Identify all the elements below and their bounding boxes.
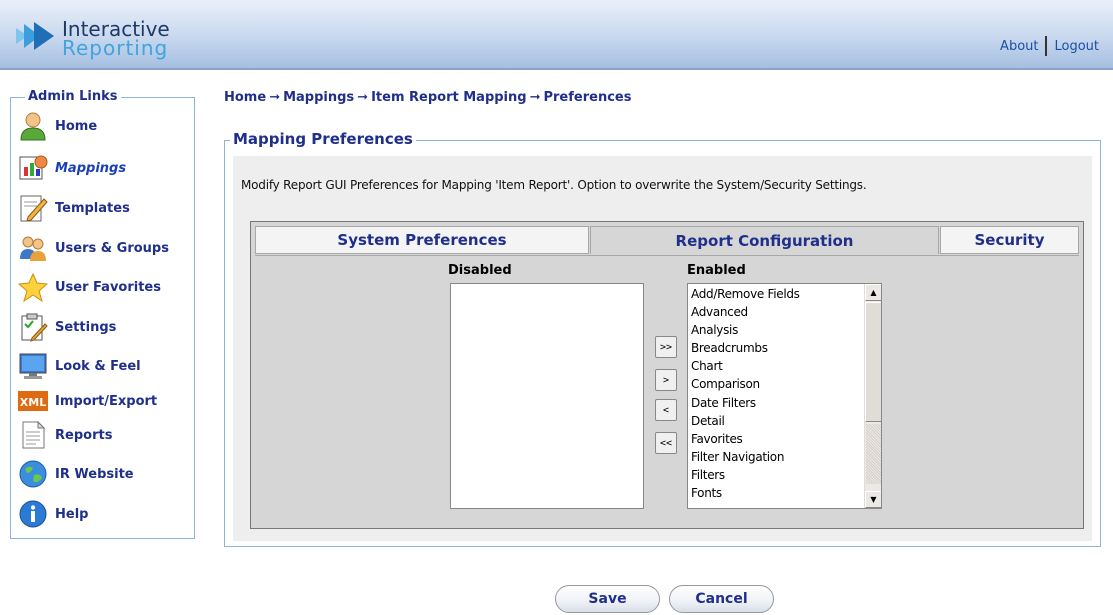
sidebar-item-reports[interactable]: Reports	[17, 419, 112, 451]
save-button[interactable]: Save	[555, 585, 660, 613]
sidebar-item-label: User Favorites	[55, 279, 161, 295]
xml-icon: XML	[17, 386, 49, 416]
list-item[interactable]: Favorites	[688, 430, 864, 448]
enabled-options: Add/Remove Fields Advanced Analysis Brea…	[688, 285, 864, 502]
sidebar-item-label: Reports	[55, 427, 113, 443]
sidebar-item-help[interactable]: Help	[17, 498, 88, 530]
list-item[interactable]: Breadcrumbs	[688, 339, 864, 357]
document-icon	[17, 420, 49, 450]
sidebar-item-mappings[interactable]: Mappings	[17, 152, 126, 184]
logo-text-reporting: Reporting	[62, 36, 169, 60]
list-item[interactable]: Chart	[688, 357, 864, 375]
svg-text:XML: XML	[20, 396, 46, 409]
breadcrumb-current: Preferences	[543, 90, 632, 105]
page-description: Modify Report GUI Preferences for Mappin…	[241, 178, 867, 192]
add-all-button[interactable]: >>	[655, 336, 677, 358]
enabled-list-label: Enabled	[687, 263, 746, 278]
breadcrumb-separator: ➞	[357, 90, 369, 105]
monitor-icon	[17, 351, 49, 381]
tab-system-preferences[interactable]: System Preferences	[255, 226, 589, 254]
sidebar-item-label: Templates	[55, 200, 130, 216]
preferences-content: Modify Report GUI Preferences for Mappin…	[233, 156, 1092, 541]
sidebar-item-label: Settings	[55, 319, 117, 335]
sidebar-item-label: IR Website	[55, 466, 134, 482]
admin-links-title: Admin Links	[25, 89, 121, 104]
sidebar-item-label: Users & Groups	[55, 240, 169, 256]
report-configuration-panel: Disabled >> > < << Enabled Add/Remove Fi…	[255, 255, 1079, 523]
app-header: Interactive Reporting About Logout	[0, 0, 1113, 70]
enabled-list-scrollbar[interactable]: ▲ ▼	[864, 284, 881, 508]
globe-icon	[17, 459, 49, 489]
logout-link[interactable]: Logout	[1054, 39, 1099, 54]
scroll-down-icon[interactable]: ▼	[865, 491, 881, 508]
add-button[interactable]: >	[655, 369, 677, 391]
sidebar-item-label: Help	[55, 506, 89, 522]
app-logo[interactable]: Interactive Reporting	[14, 14, 194, 60]
list-item[interactable]: Date Filters	[688, 394, 864, 412]
breadcrumb-home[interactable]: Home	[224, 90, 266, 105]
enabled-listbox[interactable]: Add/Remove Fields Advanced Analysis Brea…	[687, 283, 882, 509]
sidebar-item-label: Mappings	[55, 160, 127, 176]
page-title: Mapping Preferences	[230, 130, 416, 148]
list-item[interactable]: Detail	[688, 412, 864, 430]
info-icon	[17, 499, 49, 529]
header-links: About Logout	[1000, 36, 1099, 56]
list-item[interactable]: Filter Navigation	[688, 448, 864, 466]
breadcrumb-mappings[interactable]: Mappings	[283, 90, 354, 105]
mappings-chart-icon	[17, 153, 49, 183]
list-item[interactable]: Advanced	[688, 303, 864, 321]
sidebar-item-user-favorites[interactable]: User Favorites	[17, 271, 161, 303]
breadcrumb-item-report-mapping[interactable]: Item Report Mapping	[371, 90, 527, 105]
preferences-tabs: System Preferences Report Configuration …	[250, 221, 1084, 529]
sidebar-item-label: Home	[55, 118, 98, 134]
disabled-listbox[interactable]	[450, 283, 644, 509]
sidebar-item-look-feel[interactable]: Look & Feel	[17, 350, 141, 382]
sidebar-item-ir-website[interactable]: IR Website	[17, 458, 134, 490]
user-icon	[17, 111, 49, 141]
sidebar-item-home[interactable]: Home	[17, 110, 97, 142]
scroll-track[interactable]	[866, 424, 881, 484]
sidebar-item-label: Look & Feel	[55, 358, 141, 374]
sidebar-item-label: Import/Export	[55, 393, 158, 409]
list-item[interactable]: Fonts	[688, 484, 864, 502]
sidebar-item-import-export[interactable]: XML Import/Export	[17, 385, 157, 417]
mapping-preferences-panel: Mapping Preferences Modify Report GUI Pr…	[224, 130, 1101, 547]
remove-button[interactable]: <	[655, 399, 677, 421]
tab-security[interactable]: Security	[940, 226, 1079, 254]
disabled-list-label: Disabled	[448, 263, 512, 278]
list-item[interactable]: Add/Remove Fields	[688, 285, 864, 303]
scroll-thumb[interactable]	[865, 302, 881, 422]
about-link[interactable]: About	[1000, 39, 1038, 54]
cancel-button[interactable]: Cancel	[669, 585, 774, 613]
header-divider	[1045, 36, 1048, 56]
settings-clipboard-icon	[17, 312, 49, 342]
breadcrumb-separator: ➞	[529, 90, 541, 105]
template-pencil-icon	[17, 193, 49, 223]
sidebar-item-templates[interactable]: Templates	[17, 192, 130, 224]
list-item[interactable]: Filters	[688, 466, 864, 484]
admin-links-panel: Admin Links Home Mappings Templates User…	[10, 89, 195, 539]
sidebar-item-settings[interactable]: Settings	[17, 311, 116, 343]
scroll-up-icon[interactable]: ▲	[865, 284, 881, 301]
sidebar-item-users-groups[interactable]: Users & Groups	[17, 232, 169, 264]
users-icon	[17, 233, 49, 263]
tab-report-configuration[interactable]: Report Configuration	[590, 226, 939, 254]
logo-arrows-icon	[16, 22, 54, 50]
remove-all-button[interactable]: <<	[655, 432, 677, 454]
list-item[interactable]: Analysis	[688, 321, 864, 339]
breadcrumb: Home ➞ Mappings ➞ Item Report Mapping ➞ Prefer…	[224, 90, 631, 105]
breadcrumb-separator: ➞	[269, 90, 281, 105]
star-icon	[17, 272, 49, 302]
list-item[interactable]: Comparison	[688, 375, 864, 393]
